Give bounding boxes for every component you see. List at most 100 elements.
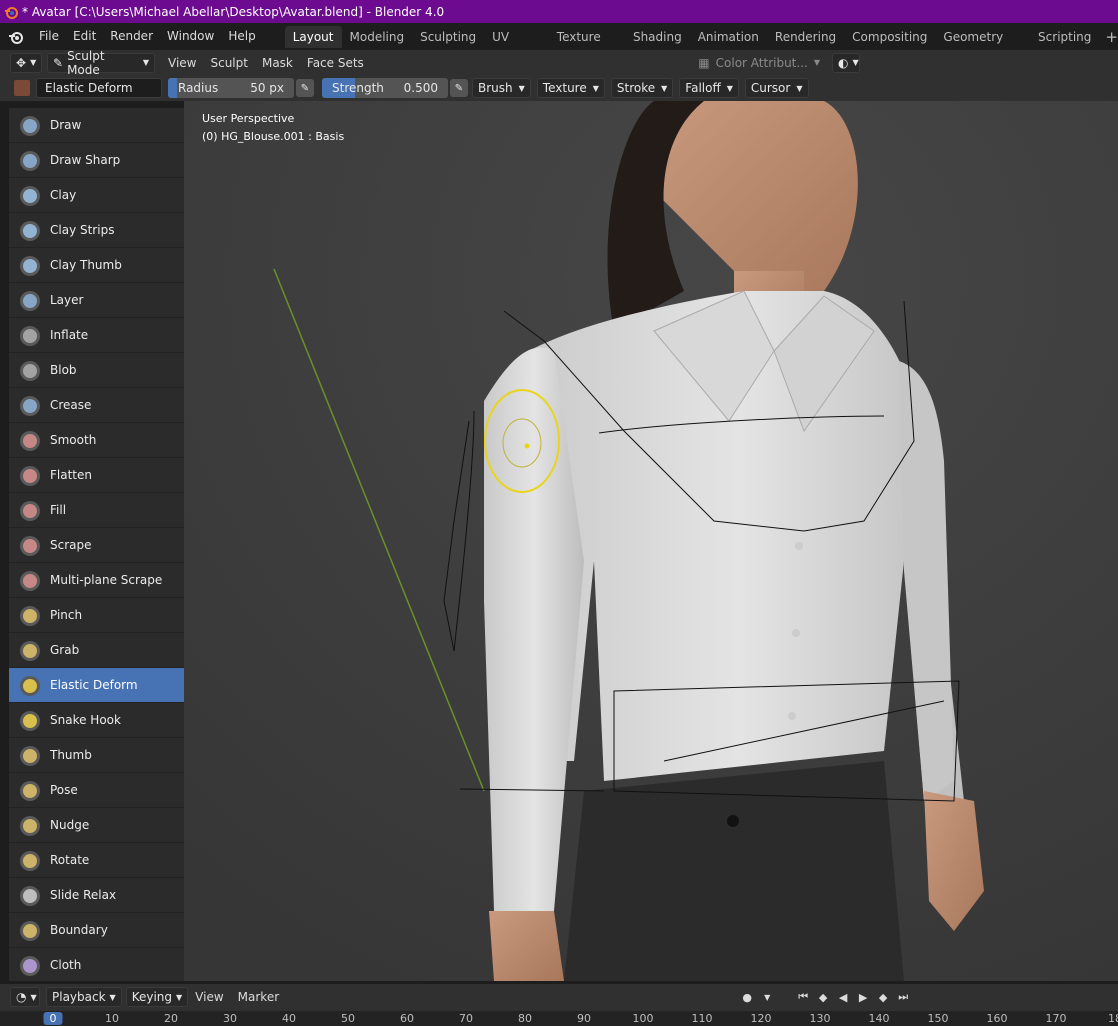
tool-scrape[interactable]: Scrape [9,528,184,563]
play-reverse-icon[interactable]: ◀ [834,988,852,1006]
timeline-frame-ruler[interactable]: 0 10 20 30 40 50 60 70 80 90 100 110 120 130 140 150 160… [0,1011,1118,1026]
color-attribute-dropdown[interactable]: Color Attribut... [716,56,808,70]
tool-label: Nudge [50,818,90,832]
inflate-brush-icon [17,322,43,348]
tool-label: Clay [50,188,77,202]
playback-menu[interactable]: Playback ▼ [46,987,122,1007]
tool-label: Clay Thumb [50,258,122,272]
header-menu-sculpt[interactable]: Sculpt [203,56,254,70]
timeline-marker-menu[interactable]: Marker [231,990,286,1004]
cursor-dropdown[interactable]: Cursor ▼ [744,78,809,98]
tool-flatten[interactable]: Flatten [9,458,184,493]
mode-selector[interactable]: ✎ Sculpt Mode ▼ [47,49,155,77]
falloff-dropdown[interactable]: Falloff ▼ [679,78,739,98]
tool-crease[interactable]: Crease [9,388,184,423]
tab-scripting[interactable]: Scripting [1030,26,1099,48]
brush-dropdown[interactable]: Brush ▼ [472,78,531,98]
boundary-brush-icon [17,917,43,943]
menu-help[interactable]: Help [221,23,262,50]
tool-draw[interactable]: Draw [9,108,184,143]
tool-pose[interactable]: Pose [9,773,184,808]
stroke-dropdown[interactable]: Stroke ▼ [610,78,674,98]
tool-slide-relax[interactable]: Slide Relax [9,878,184,913]
header-menu-mask[interactable]: Mask [255,56,300,70]
timeline-editor-type[interactable]: ◔ ▼ [10,987,40,1007]
frame-number: 10 [105,1012,119,1025]
tool-blob[interactable]: Blob [9,353,184,388]
tool-layer[interactable]: Layer [9,283,184,318]
header-menu-view[interactable]: View [161,56,203,70]
tool-rotate[interactable]: Rotate [9,843,184,878]
menu-render[interactable]: Render [103,23,160,50]
workspace-tabs: Layout Modeling Sculpting UV Editing Tex… [284,23,1118,66]
radius-pressure-icon[interactable]: ✎ [296,79,314,97]
tool-elastic-deform[interactable]: Elastic Deform [9,668,184,703]
menu-file[interactable]: File [32,23,66,50]
frame-number: 30 [223,1012,237,1025]
chevron-down-icon: ▼ [142,58,149,67]
frame-number: 160 [986,1012,1008,1025]
tab-geometry-nodes[interactable]: Geometry Nodes [935,26,1030,66]
current-frame-indicator[interactable]: 0 [43,1012,63,1025]
tab-animation[interactable]: Animation [690,26,767,48]
tab-modeling[interactable]: Modeling [342,26,413,48]
strength-pressure-icon[interactable]: ✎ [450,79,468,97]
tool-snake-hook[interactable]: Snake Hook [9,703,184,738]
tool-boundary[interactable]: Boundary [9,913,184,948]
tool-clay-strips[interactable]: Clay Strips [9,213,184,248]
tool-grab[interactable]: Grab [9,633,184,668]
tab-texture-paint[interactable]: Texture Paint [549,26,625,66]
texture-dropdown[interactable]: Texture ▼ [536,78,605,98]
chevron-down-icon: ▼ [30,58,37,67]
chevron-down-icon[interactable]: ▼ [758,988,776,1006]
tool-thumb[interactable]: Thumb [9,738,184,773]
strength-slider[interactable]: Strength 0.500 [322,78,448,98]
tab-layout[interactable]: Layout [284,25,342,48]
blender-menu-icon[interactable] [0,29,32,45]
editor-type-selector[interactable]: ✥ ▼ [10,52,42,73]
brush-name-field[interactable]: Elastic Deform [36,78,162,98]
smooth-brush-icon [17,427,43,453]
tool-clay[interactable]: Clay [9,178,184,213]
tool-label: Clay Strips [50,223,115,237]
blender-logo-icon [0,0,22,23]
menu-window[interactable]: Window [160,23,221,50]
3d-viewport[interactable]: User Perspective (0) HG_Blouse.001 : Bas… [184,101,1118,981]
tool-multi-plane-scrape[interactable]: Multi-plane Scrape [9,563,184,598]
prev-keyframe-icon[interactable]: ◆ [814,988,832,1006]
chevron-down-icon: ▼ [726,83,733,93]
tab-uv-editing[interactable]: UV Editing [484,26,549,66]
play-icon[interactable]: ▶ [854,988,872,1006]
viewport-scene[interactable] [184,101,1118,981]
tool-fill[interactable]: Fill [9,493,184,528]
tool-nudge[interactable]: Nudge [9,808,184,843]
snake-hook-brush-icon [17,707,43,733]
tool-smooth[interactable]: Smooth [9,423,184,458]
frame-number: 170 [1045,1012,1067,1025]
next-keyframe-icon[interactable]: ◆ [874,988,892,1006]
brush-preview-icon[interactable] [14,80,30,96]
tool-draw-sharp[interactable]: Draw Sharp [9,143,184,178]
keying-menu[interactable]: Keying ▼ [125,987,189,1007]
record-icon[interactable]: ● [738,988,756,1006]
tab-compositing[interactable]: Compositing [844,26,935,48]
tab-shading[interactable]: Shading [625,26,690,48]
jump-start-icon[interactable]: ⏮ [794,988,812,1006]
frame-number: 140 [868,1012,890,1025]
tool-clay-thumb[interactable]: Clay Thumb [9,248,184,283]
radius-slider[interactable]: Radius 50 px [168,78,294,98]
tab-sculpting[interactable]: Sculpting [412,26,484,48]
header-menu-face-sets[interactable]: Face Sets [300,56,371,70]
timeline-view-menu[interactable]: View [188,990,230,1004]
tool-label: Smooth [50,433,97,447]
overlay-toggle[interactable]: ◐ ▼ [832,52,860,73]
tool-cloth[interactable]: Cloth [9,948,184,981]
tool-inflate[interactable]: Inflate [9,318,184,353]
menu-edit[interactable]: Edit [66,23,103,50]
tab-rendering[interactable]: Rendering [767,26,844,48]
jump-end-icon[interactable]: ⏭ [894,988,912,1006]
frame-number: 50 [341,1012,355,1025]
tool-pinch[interactable]: Pinch [9,598,184,633]
pose-brush-icon [17,777,43,803]
add-workspace-icon[interactable]: + [1105,28,1118,46]
